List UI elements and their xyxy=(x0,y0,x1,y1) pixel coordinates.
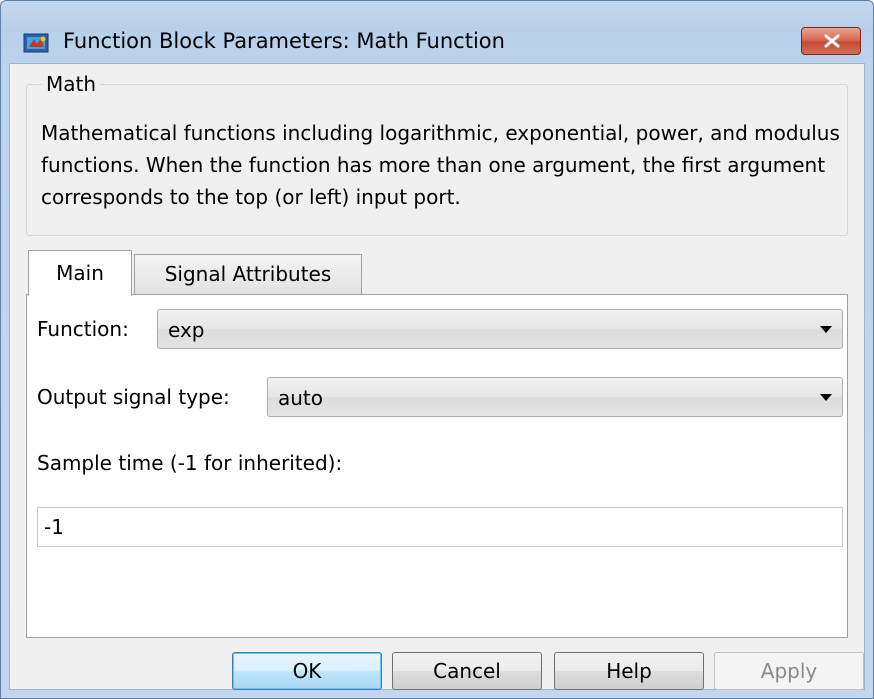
tab-signal-attributes[interactable]: Signal Attributes xyxy=(134,254,362,294)
tab-main[interactable]: Main xyxy=(28,250,132,296)
function-value: exp xyxy=(168,318,205,342)
dialog-window: Function Block Parameters: Math Function… xyxy=(0,0,874,699)
sample-time-label: Sample time (-1 for inherited): xyxy=(37,451,343,475)
help-button[interactable]: Help xyxy=(554,652,704,690)
block-description: Mathematical functions including logarit… xyxy=(41,121,840,209)
chevron-down-icon xyxy=(820,326,832,333)
group-title: Math xyxy=(42,72,101,96)
cancel-button[interactable]: Cancel xyxy=(392,652,542,690)
window-title: Function Block Parameters: Math Function xyxy=(63,29,505,53)
block-description-group: Mathematical functions including logarit… xyxy=(26,84,848,236)
sample-time-input[interactable]: -1 xyxy=(37,507,843,547)
chevron-down-icon xyxy=(820,394,832,401)
dialog-body: Mathematical functions including logarit… xyxy=(9,63,865,690)
simulink-block-icon xyxy=(23,31,51,55)
output-signal-type-value: auto xyxy=(278,386,324,410)
close-button[interactable] xyxy=(801,27,861,55)
close-icon xyxy=(824,34,840,48)
ok-button[interactable]: OK xyxy=(232,652,382,690)
apply-button[interactable]: Apply xyxy=(714,652,864,690)
tab-panel-main: Function: exp Output signal type: auto S… xyxy=(26,294,848,638)
output-signal-type-dropdown[interactable]: auto xyxy=(267,377,843,417)
function-dropdown[interactable]: exp xyxy=(157,309,843,349)
output-signal-type-label: Output signal type: xyxy=(37,385,230,409)
function-label: Function: xyxy=(37,317,129,341)
